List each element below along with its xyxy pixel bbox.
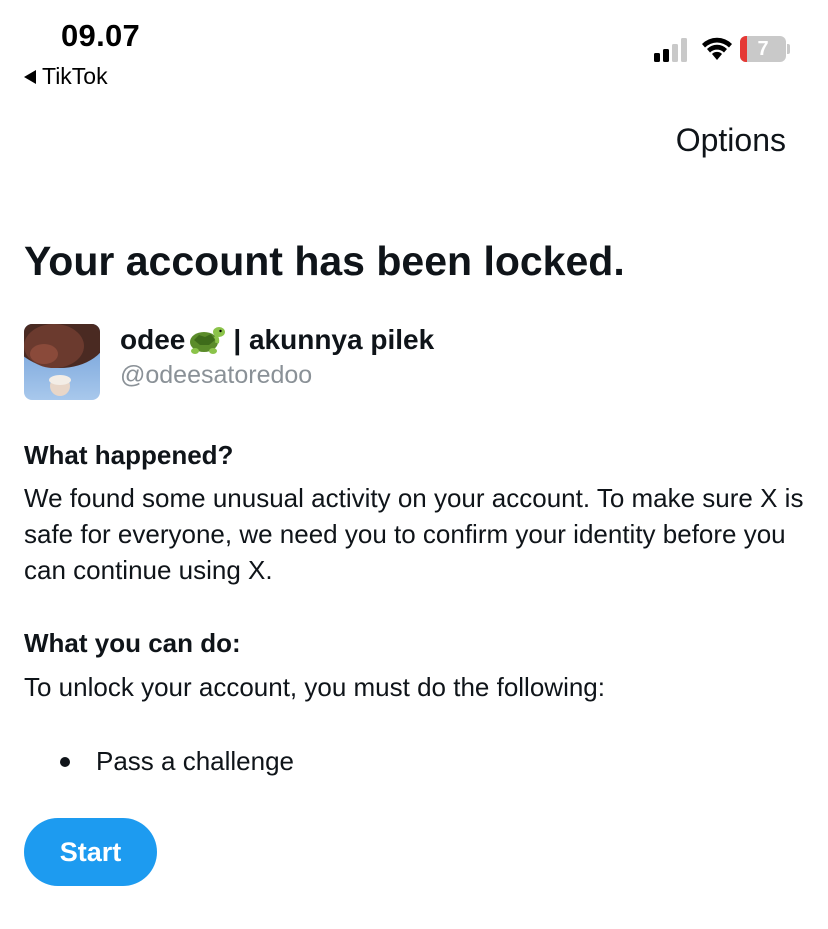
what-happened-heading: What happened?: [24, 440, 234, 470]
account-name-suffix: | akunnya pilek: [233, 324, 435, 355]
battery-icon: 7: [740, 36, 790, 62]
back-app-label: TikTok: [42, 63, 108, 89]
page-title: Your account has been locked.: [24, 238, 625, 284]
list-item: Pass a challenge: [60, 746, 294, 777]
back-arrow-icon: [24, 69, 36, 84]
status-time: 09.07: [61, 18, 141, 53]
wifi-icon: [702, 37, 732, 60]
what-happened-text: We found some unusual activity on your a…: [24, 483, 804, 585]
battery-level-text: 7: [757, 38, 769, 60]
avatar: [24, 324, 100, 400]
step-label: Pass a challenge: [96, 746, 295, 776]
account-name: odee | akunnya pilek: [120, 323, 434, 357]
account-handle: @odeesatoredoo: [120, 361, 313, 389]
options-button[interactable]: Options: [676, 122, 786, 159]
what-you-can-do-heading: What you can do:: [24, 628, 241, 658]
back-to-app-link[interactable]: TikTok: [24, 63, 108, 90]
turtle-emoji-icon: [190, 327, 226, 354]
account-name-prefix: odee: [120, 324, 186, 355]
what-you-can-do-text: To unlock your account, you must do the …: [24, 672, 605, 702]
signal-icon: [654, 38, 687, 62]
status-bar: 09.07 TikTok 7: [0, 0, 828, 100]
start-button[interactable]: Start: [24, 818, 157, 886]
bullet-icon: [60, 756, 70, 767]
